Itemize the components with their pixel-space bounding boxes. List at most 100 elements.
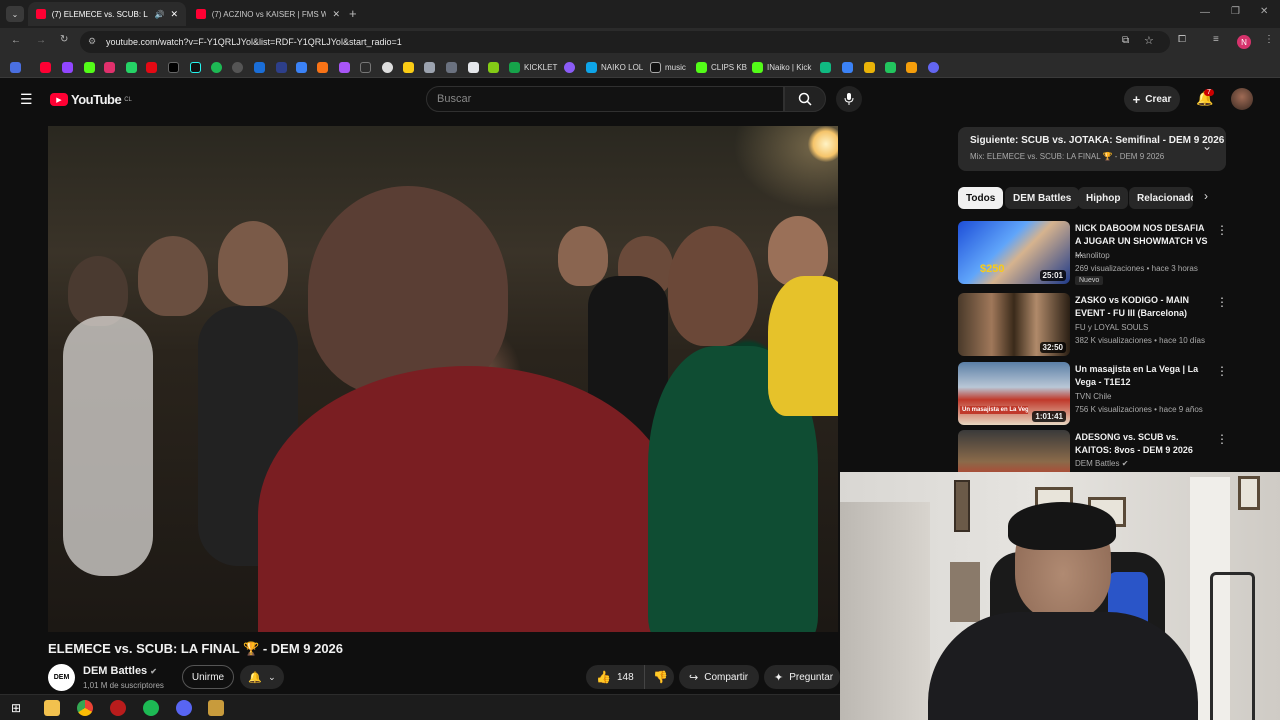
minimize-window-icon[interactable]: — <box>1200 7 1210 18</box>
address-bar[interactable]: ⚙ youtube.com/watch?v=F-Y1QRLJYol&list=R… <box>80 31 1170 53</box>
channel-name[interactable]: DEM Battles ✔ <box>83 665 157 677</box>
more-options-icon[interactable]: ⋮ <box>1216 432 1228 446</box>
extensions-icon[interactable]: ⧠ <box>1178 34 1186 45</box>
video-player[interactable] <box>48 126 838 632</box>
new-tab-button[interactable]: + <box>349 6 357 21</box>
bookmark-icon[interactable] <box>468 60 479 74</box>
hamburger-menu-icon[interactable]: ☰ <box>20 91 33 108</box>
spotify-icon[interactable] <box>143 700 159 716</box>
tab-elemece[interactable]: (7) ELEMECE vs. SCUB: LA F 🔊 ✕ <box>28 2 186 26</box>
chevron-down-icon[interactable]: ⌄ <box>1202 139 1212 153</box>
bookmark-clips-kb[interactable]: CLIPS KB <box>696 60 747 74</box>
recommendation-item[interactable]: 32:50 ZASKO vs KODIGO - MAIN EVENT - FU … <box>958 293 1228 359</box>
back-arrow-icon[interactable]: ← <box>11 35 21 46</box>
playlist-next-panel[interactable]: Siguiente: SCUB vs. JOTAKA: Semifinal - … <box>958 127 1226 171</box>
steam-bookmark-icon[interactable] <box>232 60 243 74</box>
close-window-icon[interactable]: ✕ <box>1260 6 1268 17</box>
twitch-bookmark-icon[interactable] <box>62 60 73 74</box>
tiktok-bookmark-icon[interactable] <box>190 60 201 74</box>
ask-button[interactable]: ✦ Preguntar <box>764 665 840 689</box>
instagram-bookmark-icon[interactable] <box>104 60 115 74</box>
bookmark-icon[interactable] <box>446 60 457 74</box>
obs-icon[interactable] <box>110 700 126 716</box>
more-options-icon[interactable]: ⋮ <box>1216 364 1228 378</box>
bookmark-icon[interactable] <box>360 60 371 74</box>
bookmark-icon[interactable] <box>842 60 853 74</box>
recommendation-item[interactable]: $250 25:01 NICK DABOOM NOS DESAFIA A JUG… <box>958 221 1228 287</box>
video-thumbnail[interactable]: 32:50 <box>958 293 1070 356</box>
youtube-logo[interactable]: ▶ YouTube CL <box>50 92 132 107</box>
whatsapp-bookmark-icon[interactable] <box>126 60 137 74</box>
youtube-bookmark-icon[interactable] <box>40 60 51 74</box>
tab-search-icon[interactable]: ⌄ <box>6 6 24 22</box>
bookmark-icon[interactable] <box>276 60 287 74</box>
shelf <box>950 562 980 622</box>
site-info-icon[interactable]: ⚙ <box>88 36 96 47</box>
bookmark-icon[interactable] <box>906 60 917 74</box>
dislike-button[interactable]: 👎 <box>644 665 674 689</box>
bookmark-icon[interactable] <box>424 60 435 74</box>
bookmark-icon[interactable] <box>317 60 328 74</box>
tab-aczino[interactable]: (7) ACZINO vs KAISER | FMS W ✕ <box>188 2 348 26</box>
create-button[interactable]: + Crear <box>1124 86 1180 112</box>
bookmark-icon[interactable] <box>864 60 875 74</box>
account-avatar[interactable] <box>1231 88 1253 110</box>
tab-close-icon[interactable]: ✕ <box>170 9 178 20</box>
discord-icon[interactable] <box>176 700 192 716</box>
more-options-icon[interactable]: ⋮ <box>1216 223 1228 237</box>
bookmark-icon[interactable] <box>885 60 896 74</box>
channel-avatar[interactable]: DEM <box>48 664 75 691</box>
x-bookmark-icon[interactable] <box>168 60 179 74</box>
chrome-icon[interactable] <box>77 700 93 716</box>
bookmark-star-icon[interactable]: ☆ <box>1144 34 1154 47</box>
subscription-bell-button[interactable]: 🔔 ⌄ <box>240 665 284 689</box>
bookmark-icon[interactable] <box>488 60 499 74</box>
bookmark-icon[interactable] <box>564 60 575 74</box>
bookmark-kicklet[interactable]: KICKLET <box>509 60 557 74</box>
bookmark-icon[interactable] <box>820 60 831 74</box>
like-button[interactable]: 👍 148 <box>586 665 644 689</box>
chip-hiphop[interactable]: Hiphop <box>1078 187 1129 209</box>
bookmark-inaiko-kick[interactable]: INaiko | Kick <box>752 60 811 74</box>
bookmark-icon[interactable] <box>928 60 939 74</box>
league-of-legends-icon[interactable] <box>208 700 224 716</box>
cast-icon[interactable]: ⧉ <box>1122 35 1129 46</box>
bookmark-naiko-lol[interactable]: NAIKO LOL <box>586 60 643 74</box>
chevron-right-icon[interactable]: › <box>1204 189 1208 203</box>
search-input[interactable]: Buscar <box>426 86 784 112</box>
more-options-icon[interactable]: ⋮ <box>1216 295 1228 309</box>
bookmark-music[interactable]: music <box>650 60 686 74</box>
netflix-bookmark-icon[interactable] <box>146 60 157 74</box>
bookmark-icon[interactable] <box>339 60 350 74</box>
video-thumbnail[interactable]: $250 25:01 <box>958 221 1070 284</box>
tab-close-icon[interactable]: ✕ <box>332 9 340 20</box>
video-thumbnail[interactable]: Un masajista en La Vega 1:01:41 <box>958 362 1070 425</box>
kick-bookmark-icon[interactable] <box>84 60 95 74</box>
recommendation-item[interactable]: Un masajista en La Vega 1:01:41 Un masaj… <box>958 362 1228 428</box>
bookmark-icon[interactable] <box>382 60 393 74</box>
voice-search-button[interactable] <box>836 86 862 112</box>
join-button[interactable]: Unirme <box>182 665 234 689</box>
share-button[interactable]: ↪ Compartir <box>679 665 759 689</box>
profile-avatar[interactable]: N <box>1237 35 1251 49</box>
audio-playing-icon[interactable]: 🔊 <box>154 10 164 19</box>
forward-arrow-icon[interactable]: → <box>36 35 46 46</box>
streamer-hair <box>1008 502 1116 550</box>
bookmark-icon[interactable] <box>403 60 414 74</box>
browser-menu-icon[interactable]: ⋮ <box>1264 34 1274 45</box>
verified-check-icon: ✔ <box>150 667 157 676</box>
spotify-bookmark-icon[interactable] <box>211 60 222 74</box>
apps-grid-icon[interactable] <box>10 60 21 74</box>
restore-window-icon[interactable]: ❐ <box>1231 6 1240 17</box>
search-button[interactable] <box>784 86 826 112</box>
bookmark-icon[interactable] <box>296 60 307 74</box>
verified-check-icon: ✔ <box>1121 459 1129 468</box>
chip-relacionado[interactable]: Relacionado <box>1129 187 1193 209</box>
windows-start-icon[interactable]: ⊞ <box>11 701 21 715</box>
media-controls-icon[interactable]: ≡ <box>1213 34 1219 45</box>
file-explorer-icon[interactable] <box>44 700 60 716</box>
chip-dem-battles[interactable]: DEM Battles <box>1005 187 1080 209</box>
bookmark-icon[interactable] <box>254 60 265 74</box>
chip-todos[interactable]: Todos <box>958 187 1004 209</box>
reload-icon[interactable]: ↻ <box>60 34 68 45</box>
